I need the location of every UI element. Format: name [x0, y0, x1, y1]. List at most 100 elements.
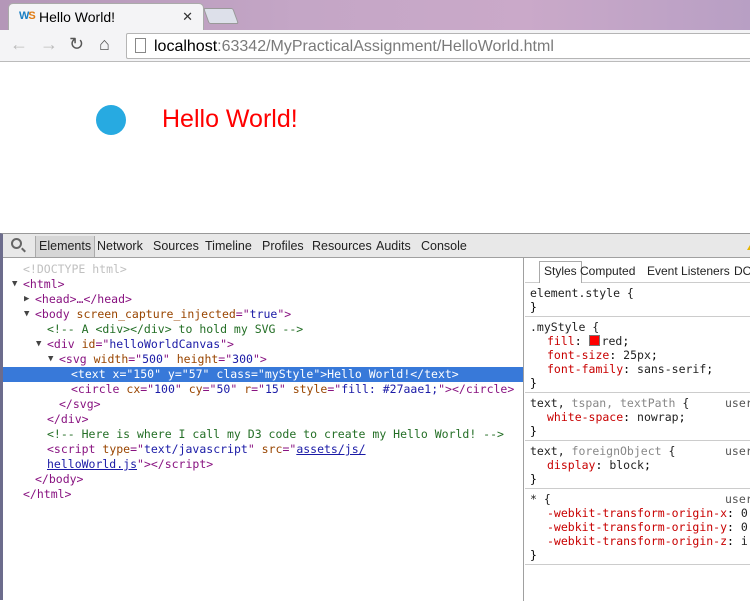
- forward-icon[interactable]: →: [40, 34, 58, 55]
- tab-title: Hello World!: [39, 9, 115, 25]
- tab-resources[interactable]: Resources: [312, 239, 372, 253]
- code-token: "></circle>: [438, 382, 515, 396]
- tab-elements[interactable]: Elements: [35, 236, 96, 257]
- expanded-arrow-icon[interactable]: ▼: [48, 352, 53, 367]
- code-token: </svg>: [59, 397, 101, 411]
- dom-node[interactable]: ▼ <div id="helloWorldCanvas">: [3, 337, 523, 352]
- code-token: </html>: [23, 487, 72, 501]
- css-rule[interactable]: element.style {}: [525, 283, 750, 317]
- code-token: type: [102, 442, 131, 456]
- expanded-arrow-icon[interactable]: ▼: [12, 277, 17, 292]
- rule-selector-dim: tspan, textPath: [571, 396, 676, 410]
- css-property[interactable]: -webkit-transform-origin-y: 0;: [530, 520, 750, 534]
- code-token: 15: [264, 382, 279, 396]
- dom-node[interactable]: <circle cx="100" cy="50" r="15" style="f…: [3, 382, 523, 397]
- source-link[interactable]: helloWorld.js: [47, 457, 137, 471]
- property-name: white-space: [547, 410, 624, 424]
- reload-icon[interactable]: ↻: [69, 34, 84, 55]
- dom-node[interactable]: <!-- Here is where I call my D3 code to …: [3, 427, 523, 442]
- rule-selector: .myStyle {: [530, 320, 600, 334]
- home-icon[interactable]: ⌂: [99, 34, 110, 55]
- code-token: helloWorldCanvas: [109, 337, 221, 351]
- css-rule[interactable]: text, tspan, textPath {user white-space: …: [525, 393, 750, 441]
- dom-node[interactable]: helloWorld.js"></script>: [3, 457, 523, 472]
- expanded-arrow-icon[interactable]: ▼: [24, 307, 29, 322]
- code-token: ": [230, 382, 245, 396]
- code-token: <head>…</head>: [35, 292, 132, 306]
- page-icon: [135, 38, 146, 53]
- property-name: font-size: [547, 348, 610, 362]
- code-token: <circle: [71, 382, 127, 396]
- styles-tab-do[interactable]: DO: [734, 264, 750, 278]
- css-rule[interactable]: * {user-webkit-transform-origin-x: 0;-we…: [525, 489, 750, 565]
- page-content: Hello World!: [0, 63, 750, 233]
- css-property[interactable]: fill: red;: [530, 334, 750, 348]
- code-token: 300: [232, 352, 253, 366]
- rule-origin[interactable]: user: [725, 396, 750, 410]
- dom-node[interactable]: <script type="text/javascript" src="asse…: [3, 442, 523, 457]
- code-token: </body>: [35, 472, 84, 486]
- property-value: block: [609, 458, 644, 472]
- back-icon[interactable]: ←: [10, 34, 28, 55]
- blue-circle: [96, 105, 126, 135]
- css-property[interactable]: -webkit-transform-origin-z: i;: [530, 534, 750, 548]
- dom-node[interactable]: </div>: [3, 412, 523, 427]
- code-token: =": [130, 442, 144, 456]
- code-token: =": [202, 382, 217, 396]
- dom-node[interactable]: </body>: [3, 472, 523, 487]
- code-token: <html>: [23, 277, 65, 291]
- property-name: -webkit-transform-origin-x: [547, 506, 728, 520]
- code-token: =": [140, 382, 155, 396]
- styles-tab-styles[interactable]: Styles: [539, 261, 582, 283]
- pane-divider[interactable]: [523, 258, 524, 601]
- expanded-arrow-icon[interactable]: ▼: [36, 337, 41, 352]
- css-property[interactable]: font-size: 25px;: [530, 348, 750, 362]
- css-rule[interactable]: .myStyle {fill: red; font-size: 25px; font…: [525, 317, 750, 393]
- dom-node[interactable]: <!-- A <div></div> to hold my SVG -->: [3, 322, 523, 337]
- new-tab-button[interactable]: [203, 8, 239, 24]
- code-token: height: [176, 352, 219, 366]
- search-icon[interactable]: [11, 238, 22, 249]
- code-token: =": [235, 307, 250, 321]
- dom-node[interactable]: ▼ <html>: [3, 277, 523, 292]
- dom-node[interactable]: ▼ <svg width="500" height="300">: [3, 352, 523, 367]
- code-token: 100: [154, 382, 175, 396]
- collapsed-arrow-icon[interactable]: ▶: [24, 292, 29, 307]
- rule-origin[interactable]: user: [725, 444, 750, 458]
- browser-tab[interactable]: WS Hello World! ✕: [8, 3, 204, 31]
- dom-node[interactable]: </svg>: [3, 397, 523, 412]
- tab-audits[interactable]: Audits: [376, 239, 411, 253]
- styles-tab-event-listeners[interactable]: Event Listeners: [647, 264, 730, 278]
- tab-network[interactable]: Network: [97, 239, 143, 253]
- hello-world-svg: Hello World!: [96, 105, 298, 135]
- code-token: width: [93, 352, 129, 366]
- dom-node[interactable]: </html>: [3, 487, 523, 502]
- address-bar[interactable]: localhost:63342/MyPracticalAssignment/He…: [126, 33, 750, 59]
- close-icon[interactable]: ✕: [182, 9, 193, 25]
- css-rule[interactable]: text, foreignObject {user display: block;…: [525, 441, 750, 489]
- code-token: =": [327, 382, 342, 396]
- css-property[interactable]: -webkit-transform-origin-x: 0;: [530, 506, 750, 520]
- code-token: ": [162, 352, 177, 366]
- color-swatch[interactable]: [588, 335, 600, 346]
- styles-tab-computed[interactable]: Computed: [580, 264, 635, 278]
- rule-brace: {: [675, 396, 690, 410]
- tab-timeline[interactable]: Timeline: [205, 239, 252, 253]
- rule-origin[interactable]: user: [725, 492, 750, 506]
- dom-node[interactable]: ▼ <body screen_capture_injected="true">: [3, 307, 523, 322]
- rule-selector-dim: foreignObject: [571, 444, 662, 458]
- property-name: -webkit-transform-origin-y: [547, 520, 728, 534]
- dom-node[interactable]: ▶ <head>…</head>: [3, 292, 523, 307]
- css-property[interactable]: display: block;: [530, 458, 750, 472]
- selected-dom-node[interactable]: <text x="150" y="57" class="myStyle">Hel…: [3, 367, 523, 382]
- elements-tree[interactable]: <!DOCTYPE html> ▼ <html> ▶ <head>…</head> ▼ <b…: [3, 258, 523, 601]
- css-property[interactable]: white-space: nowrap;: [530, 410, 750, 424]
- tab-profiles[interactable]: Profiles: [262, 239, 304, 253]
- tab-sources[interactable]: Sources: [153, 239, 199, 253]
- dom-node[interactable]: <!DOCTYPE html>: [3, 262, 523, 277]
- css-property[interactable]: font-family: sans-serif;: [530, 362, 750, 376]
- devtools-tabs: Elements Network Sources Timeline Profiles Re…: [3, 234, 750, 258]
- tab-console[interactable]: Console: [421, 239, 467, 253]
- source-link[interactable]: assets/js/: [296, 442, 365, 456]
- code-token: ": [247, 442, 262, 456]
